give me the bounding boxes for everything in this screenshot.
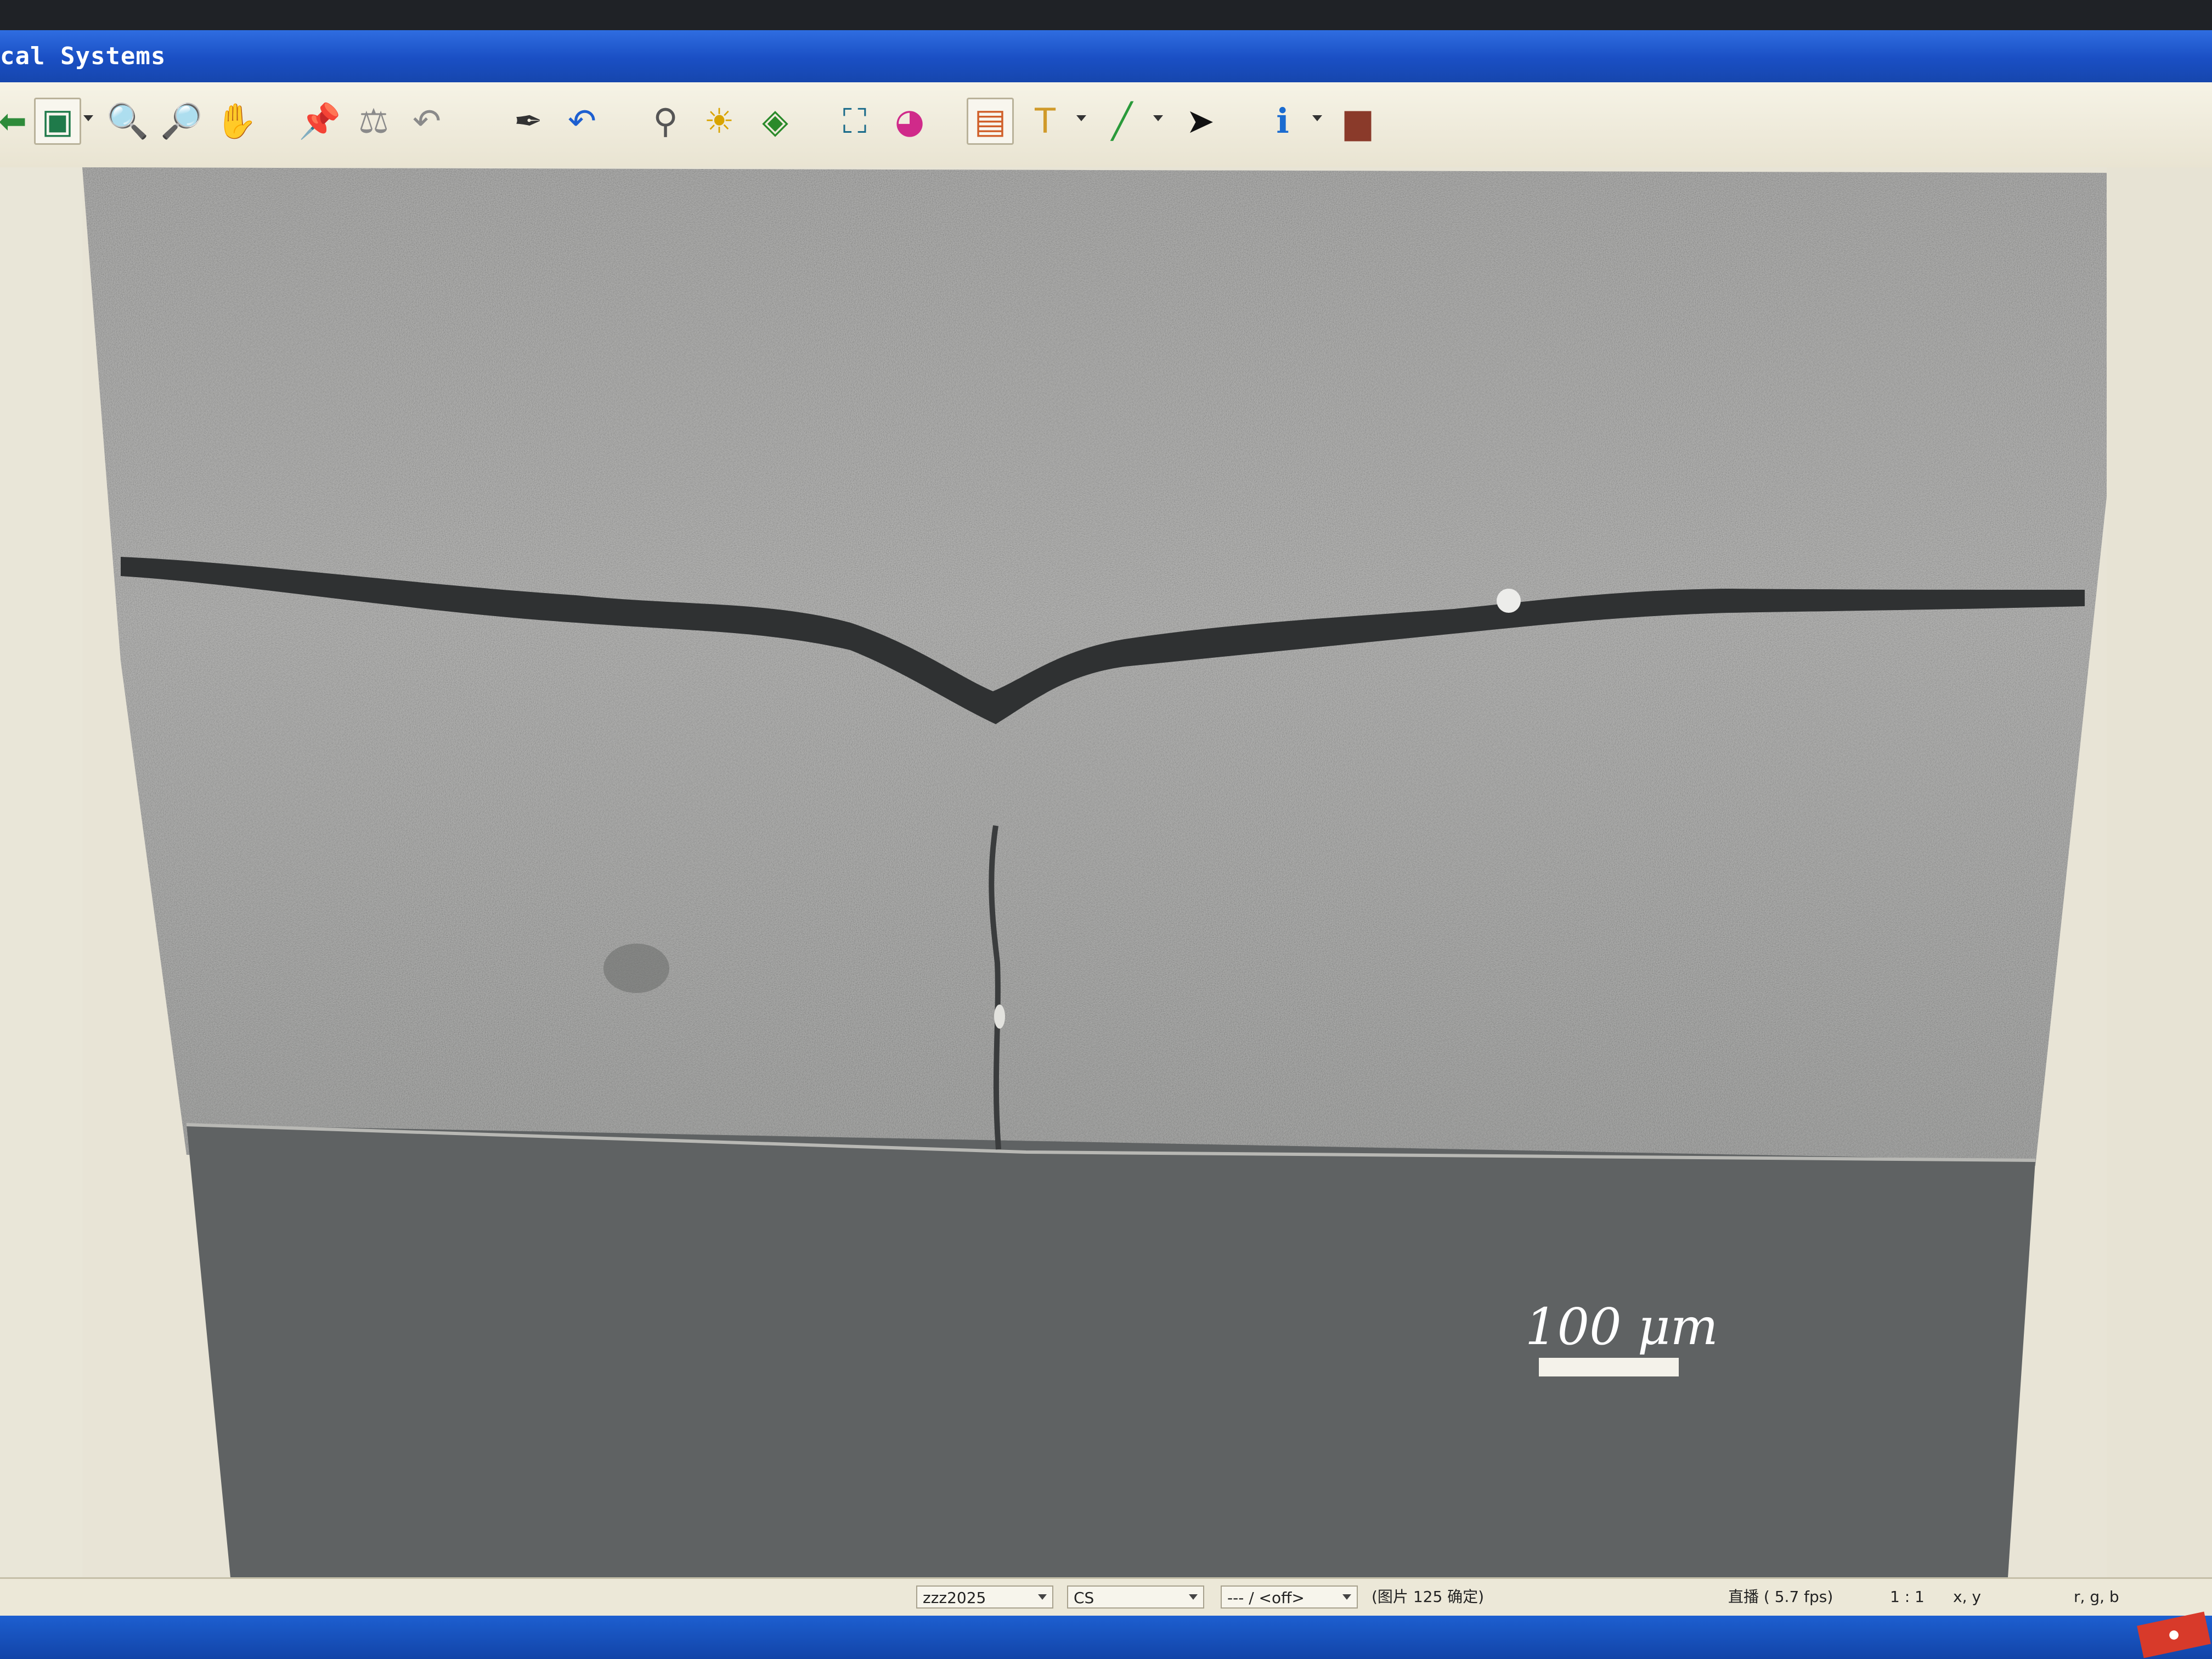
image-info: (图片 125 确定): [1372, 1588, 1485, 1606]
window-title-bar[interactable]: cal Systems: [0, 30, 2212, 82]
layers-icon[interactable]: ◈: [752, 98, 799, 145]
chevron-down-icon: [1038, 1594, 1047, 1600]
toolbox-icon[interactable]: ▆: [1334, 98, 1381, 145]
magnifier-icon[interactable]: ⚲: [642, 98, 689, 145]
cursor-coords-label: x, y: [1953, 1588, 1981, 1606]
zoom-in-icon[interactable]: 🔍: [104, 98, 151, 145]
text-icon[interactable]: T: [1022, 98, 1069, 145]
scale-bar-label: 100 μm: [1525, 1297, 1718, 1356]
mode-select[interactable]: CS: [1067, 1585, 1204, 1609]
back-arrow-icon[interactable]: ⬅: [0, 98, 36, 145]
pin-icon[interactable]: 📌: [296, 98, 343, 145]
mounting-resin: [187, 1125, 2035, 1577]
mode-select-value: CS: [1074, 1589, 1094, 1607]
particle: [1497, 589, 1521, 613]
window-title: cal Systems: [0, 42, 166, 70]
info-icon[interactable]: ℹ: [1259, 98, 1306, 145]
chevron-down-icon[interactable]: [1076, 115, 1086, 121]
chevron-down-icon: [1189, 1594, 1198, 1600]
taskbar: [0, 1616, 2212, 1659]
chevron-down-icon[interactable]: [83, 115, 93, 121]
crop-icon[interactable]: ⛶: [831, 98, 878, 145]
live-view-icon[interactable]: ▣: [34, 98, 81, 145]
right-panel: [2107, 167, 2212, 1577]
eyedropper-icon[interactable]: ✒: [505, 98, 552, 145]
line-tool-icon[interactable]: ╱: [1098, 98, 1146, 145]
left-panel: [0, 167, 84, 1577]
chevron-down-icon: [1342, 1594, 1351, 1600]
camera-select-value: zzz2025: [923, 1589, 986, 1607]
overlay-select-value: --- / <off>: [1227, 1589, 1305, 1607]
toolbar: ⬅ ▣ 🔍 🔎 ✋ 📌 ⚖ ↶ ✒ ↶ ⚲ ☀ ◈ ⛶ ◕ ▤ T ╱ ➤ ℹ …: [0, 82, 2212, 169]
screen: cal Systems ⬅ ▣ 🔍 🔎 ✋ 📌 ⚖ ↶ ✒ ↶ ⚲ ☀ ◈ ⛶ …: [0, 0, 2212, 1659]
live-status: 直播 ( 5.7 fps): [1728, 1588, 1833, 1606]
undo-icon[interactable]: ↶: [558, 98, 606, 145]
undo-gray-icon[interactable]: ↶: [403, 98, 450, 145]
camera-select[interactable]: zzz2025: [916, 1585, 1053, 1609]
micrograph-image: [82, 167, 2107, 1577]
chevron-down-icon[interactable]: [1153, 115, 1163, 121]
brightness-icon[interactable]: ☀: [696, 98, 743, 145]
chevron-down-icon[interactable]: [1312, 115, 1322, 121]
color-wheel-icon[interactable]: ◕: [886, 98, 933, 145]
scale-bar: [1539, 1358, 1679, 1376]
measure-icon[interactable]: ⚖: [350, 98, 397, 145]
overlay-icon[interactable]: ▤: [967, 98, 1014, 145]
image-viewport[interactable]: 100 μm: [82, 167, 2107, 1577]
overlay-select[interactable]: --- / <off>: [1221, 1585, 1358, 1609]
zoom-out-icon[interactable]: 🔎: [158, 98, 205, 145]
hand-pan-icon[interactable]: ✋: [213, 98, 260, 145]
pointer-icon[interactable]: ➤: [1177, 98, 1224, 145]
status-bar: zzz2025 CS --- / <off> (图片 125 确定) 直播 ( …: [0, 1577, 2212, 1617]
zoom-level: 1 : 1: [1890, 1588, 1925, 1606]
pixel-rgb-label: r, g, b: [2074, 1588, 2119, 1606]
